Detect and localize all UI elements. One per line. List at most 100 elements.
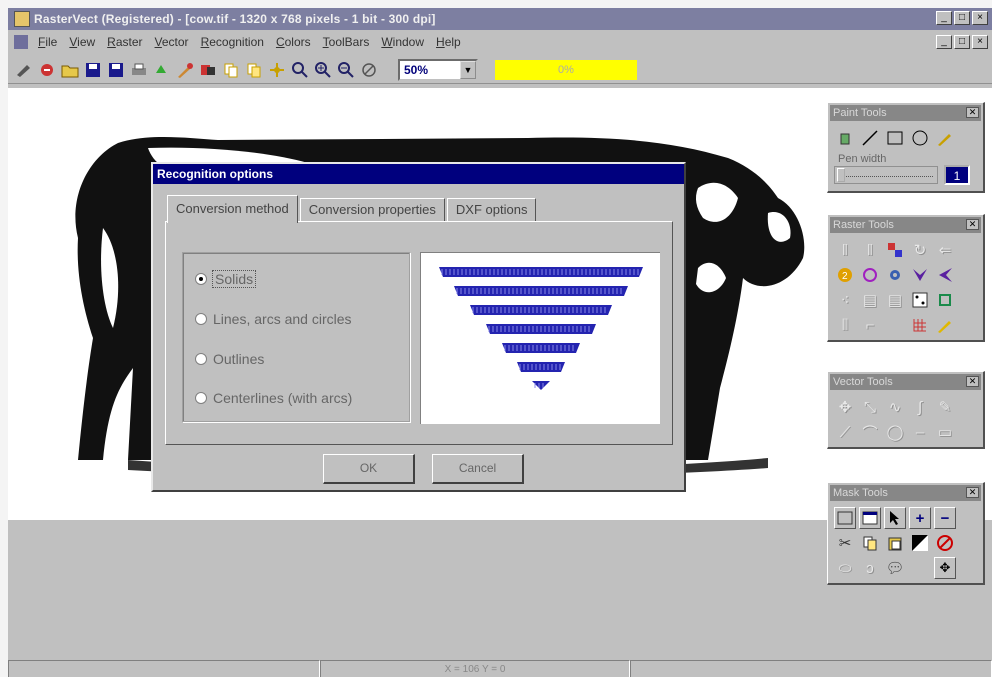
tab-conversion-method[interactable]: Conversion method: [167, 195, 298, 223]
pencil-icon[interactable]: [934, 127, 956, 149]
title-bar[interactable]: RasterVect (Registered) - [cow.tif - 132…: [8, 8, 992, 30]
radio-lines-arcs-circles[interactable]: [195, 313, 207, 325]
close-icon[interactable]: ✕: [966, 487, 979, 498]
palette-title[interactable]: Mask Tools ✕: [830, 485, 981, 501]
lasso-icon[interactable]: ↄ: [859, 557, 881, 579]
menu-recognition[interactable]: Recognition: [195, 35, 270, 49]
add-icon[interactable]: +: [909, 507, 931, 529]
slider-thumb[interactable]: [837, 168, 845, 182]
pen-width-input[interactable]: 1: [944, 165, 970, 185]
rotate-icon[interactable]: ↻: [909, 239, 931, 261]
hatch-icon[interactable]: ⫴: [834, 314, 856, 336]
rectangle-icon[interactable]: [884, 127, 906, 149]
crop-icon[interactable]: [934, 289, 956, 311]
close-button[interactable]: ×: [972, 11, 988, 25]
zoom-select[interactable]: 50% ▼: [398, 58, 478, 81]
move-arrows-icon[interactable]: ✥: [934, 557, 956, 579]
dice-icon[interactable]: [909, 289, 931, 311]
line-icon[interactable]: ⟋: [834, 421, 856, 443]
paste-icon[interactable]: [884, 532, 906, 554]
pen-icon[interactable]: ✎: [934, 396, 956, 418]
option-solids[interactable]: Solids: [195, 270, 257, 288]
page-icon[interactable]: ▤: [859, 289, 881, 311]
folder-icon[interactable]: [60, 60, 80, 80]
chevron-down-icon[interactable]: [909, 264, 931, 286]
menu-file[interactable]: File: [32, 35, 63, 49]
document-icon[interactable]: [14, 35, 28, 49]
copy-icon[interactable]: [859, 532, 881, 554]
save-as-icon[interactable]: [106, 60, 126, 80]
close-icon[interactable]: ✕: [966, 107, 979, 118]
minimize-button[interactable]: _: [936, 11, 952, 25]
palette-title[interactable]: Raster Tools ✕: [830, 217, 981, 233]
close-icon[interactable]: ✕: [966, 219, 979, 230]
close-icon[interactable]: ✕: [966, 376, 979, 387]
grid-icon[interactable]: [909, 314, 931, 336]
pointer-icon[interactable]: [884, 507, 906, 529]
chevron-down-icon[interactable]: ▼: [460, 60, 476, 79]
ok-button[interactable]: OK: [323, 454, 415, 484]
doc-restore-button[interactable]: □: [954, 35, 970, 49]
option-outlines[interactable]: Outlines: [195, 351, 264, 367]
ellipse-select-icon[interactable]: ⬭: [834, 557, 856, 579]
window-select-icon[interactable]: [859, 507, 881, 529]
paste-icon[interactable]: [244, 60, 264, 80]
palette-title[interactable]: Paint Tools ✕: [830, 105, 981, 121]
rect-select-icon[interactable]: [834, 507, 856, 529]
vertical-lines-icon[interactable]: ‖: [834, 239, 856, 261]
convert-icon[interactable]: [198, 60, 218, 80]
doc-close-button[interactable]: ×: [972, 35, 988, 49]
menu-colors[interactable]: Colors: [270, 35, 317, 49]
print-icon[interactable]: [129, 60, 149, 80]
fit-icon[interactable]: [267, 60, 287, 80]
dots-icon[interactable]: ⁖: [834, 289, 856, 311]
radio-solids[interactable]: [195, 273, 207, 285]
gear-icon[interactable]: [884, 264, 906, 286]
arc-icon[interactable]: ⌒: [859, 421, 881, 443]
cut-icon[interactable]: ✂: [834, 532, 856, 554]
pencil-icon[interactable]: [934, 314, 956, 336]
menu-raster[interactable]: Raster: [101, 35, 148, 49]
menu-help[interactable]: Help: [430, 35, 467, 49]
corner-icon[interactable]: ⌐: [859, 314, 881, 336]
menu-vector[interactable]: Vector: [149, 35, 195, 49]
tab-conversion-properties[interactable]: Conversion properties: [299, 198, 445, 222]
color-swap-icon[interactable]: [884, 239, 906, 261]
copy-icon[interactable]: [221, 60, 241, 80]
bucket-icon[interactable]: [834, 127, 856, 149]
palette-title[interactable]: Vector Tools ✕: [830, 374, 981, 390]
vertical-lines-icon[interactable]: ‖: [859, 239, 881, 261]
option-centerlines[interactable]: Centerlines (with arcs): [195, 390, 352, 406]
cancel-icon[interactable]: [359, 60, 379, 80]
zoom-in-icon[interactable]: [290, 60, 310, 80]
line-icon[interactable]: [859, 127, 881, 149]
no-entry-icon[interactable]: [934, 532, 956, 554]
dialog-title[interactable]: Recognition options: [153, 164, 684, 184]
radio-outlines[interactable]: [195, 353, 207, 365]
text-box-icon[interactable]: ▭: [934, 421, 956, 443]
menu-toolbars[interactable]: ToolBars: [317, 35, 376, 49]
menu-view[interactable]: View: [63, 35, 101, 49]
zoom-in-plus-icon[interactable]: [313, 60, 333, 80]
page-icon[interactable]: ▤: [884, 289, 906, 311]
save-icon[interactable]: [83, 60, 103, 80]
chevron-left-icon[interactable]: [934, 264, 956, 286]
speech-icon[interactable]: 💬︎: [884, 557, 906, 579]
invert-icon[interactable]: [909, 532, 931, 554]
pen-width-slider[interactable]: [834, 166, 938, 184]
subtract-icon[interactable]: −: [934, 507, 956, 529]
import-icon[interactable]: [152, 60, 172, 80]
curve-icon[interactable]: ∿: [884, 396, 906, 418]
option-lines-arcs-circles[interactable]: Lines, arcs and circles: [195, 311, 352, 327]
number-icon[interactable]: 2: [834, 264, 856, 286]
open-pen-icon[interactable]: [14, 60, 34, 80]
brush-icon[interactable]: [175, 60, 195, 80]
menu-window[interactable]: Window: [375, 35, 430, 49]
dash-icon[interactable]: –: [909, 421, 931, 443]
arrow-left-icon[interactable]: ⇐: [934, 239, 956, 261]
cancel-button[interactable]: Cancel: [432, 454, 524, 484]
radio-centerlines[interactable]: [195, 392, 207, 404]
tab-dxf-options[interactable]: DXF options: [446, 198, 537, 222]
doc-minimize-button[interactable]: _: [936, 35, 952, 49]
circle-icon[interactable]: ◯: [884, 421, 906, 443]
